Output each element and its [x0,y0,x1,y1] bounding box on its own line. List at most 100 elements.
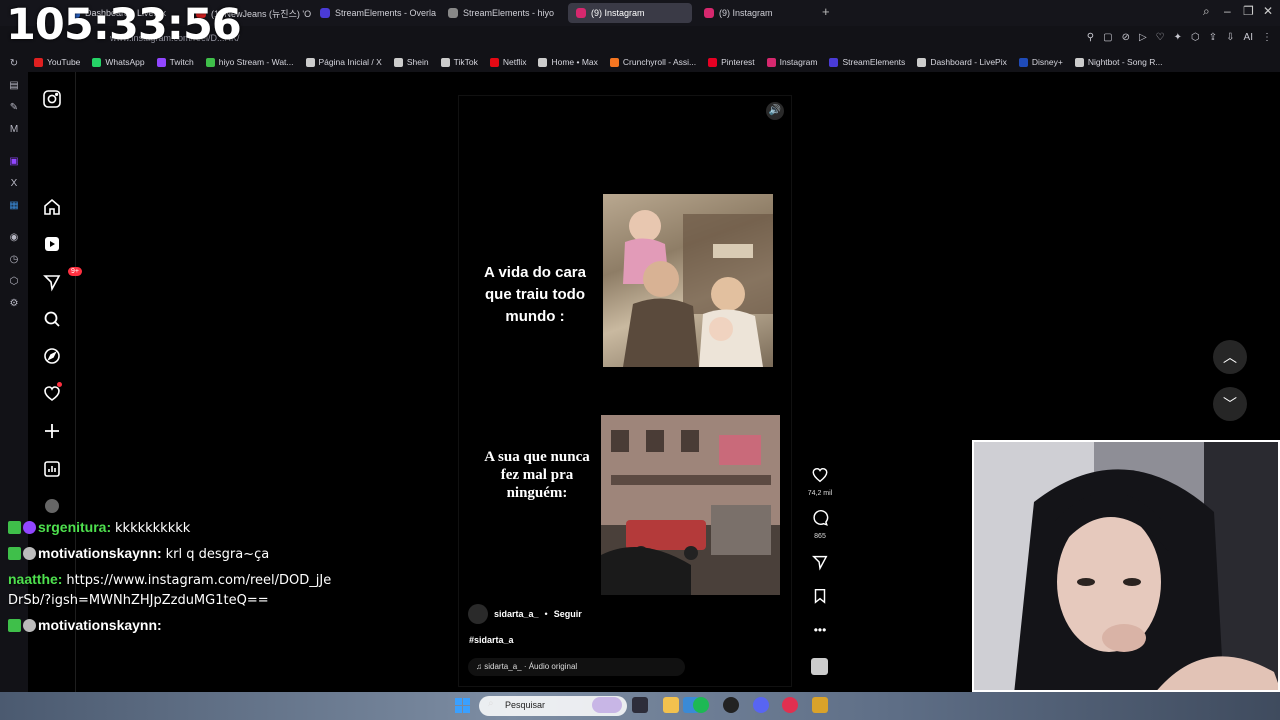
download-icon[interactable]: ⇩ [1226,32,1234,43]
bookmark-item[interactable]: Crunchyroll - Assi... [609,57,696,67]
bookmark-item[interactable]: StreamElements [829,57,905,67]
explore-icon[interactable] [42,346,62,366]
share-button[interactable] [806,553,834,576]
notification-dot [57,382,62,387]
verified-badge-icon [8,547,21,560]
tab-label: (9) Instagram [591,8,645,18]
bookmark-label: StreamElements [842,57,906,67]
messages-icon[interactable]: 9+ [42,267,82,292]
reel-hashtag[interactable]: #sidarta_a [469,635,514,645]
screenshot-icon[interactable]: ▢ [1103,32,1112,43]
play-icon[interactable]: ▷ [1139,32,1147,43]
tab-favicon-icon [704,8,714,18]
bookmark-favicon-icon [1074,57,1084,67]
bookmark-item[interactable]: Dashboard - LivePix [917,57,1007,67]
like-button[interactable]: 74,2 mil [806,466,834,497]
bookmark-favicon-icon [1018,57,1028,67]
comment-button[interactable]: 865 [806,509,834,540]
create-icon[interactable] [42,421,62,441]
widget-cloud-icon[interactable] [592,697,622,713]
author-name[interactable]: sidarta_a_ [494,609,539,619]
bookmark-item[interactable]: Twitch [156,57,194,67]
bookmark-favicon-icon [156,57,166,67]
bookmark-item[interactable]: Nightbot - Song R... [1074,57,1162,67]
close-icon[interactable]: ✕ [1263,4,1273,18]
wallet-icon[interactable]: ▤ [8,80,20,92]
settings-icon[interactable]: ⚙ [8,298,20,310]
chat-message: motivationskaynn: krl q desgra~ça [8,544,338,564]
browser-tab[interactable]: StreamElements - Overlay [312,3,436,23]
browser-tab[interactable]: StreamElements - hiyo [440,3,564,23]
bookmark-favicon-icon [829,57,839,67]
x-icon[interactable]: X [8,178,20,190]
previous-reel-button[interactable]: ︿ [1213,340,1247,374]
search-tabs-icon[interactable]: ⌕ [1203,4,1210,19]
file-explorer-icon[interactable] [663,697,679,713]
bookmark-label: Netflix [502,57,527,67]
share-icon[interactable]: ⇪ [1209,32,1217,43]
notifications-heart-icon[interactable] [42,382,62,404]
twitch-icon[interactable]: ▣ [8,156,20,168]
reel-video[interactable] [458,95,792,687]
history-icon[interactable]: ↻ [8,58,20,70]
home-icon[interactable] [42,197,62,217]
minimize-icon[interactable]: – [1224,4,1231,18]
browser-tab[interactable]: (9) Instagram [568,3,692,23]
obs-icon[interactable] [723,697,739,713]
browser-tab[interactable]: (9) Instagram [696,3,820,23]
follow-button[interactable]: Seguir [554,609,582,619]
puzzle-icon[interactable]: ⬡ [1191,32,1200,43]
streamer-webcam [972,440,1280,692]
extension-icon[interactable]: ✦ [1174,32,1182,43]
heart-icon[interactable]: ♡ [1156,32,1165,43]
bookmark-item[interactable]: Shein [393,57,429,67]
block-icon[interactable]: ⊘ [1122,32,1130,43]
menu-icon[interactable]: ⋮ [1262,32,1272,43]
bookmark-item[interactable]: hiyo Stream - Wat... [205,57,294,67]
notes-icon[interactable]: ✎ [8,102,20,114]
chat-message: srgenitura: kkkkkkkkkk [8,518,338,538]
ai-icon[interactable]: AI [1244,32,1253,43]
reels-icon[interactable] [42,234,62,254]
new-tab-button[interactable]: + [822,4,830,19]
bookmark-item[interactable]: Disney+ [1018,57,1063,67]
bookmark-item[interactable]: YouTube [34,57,80,67]
bookmark-favicon-icon [489,57,499,67]
next-reel-button[interactable]: ﹀ [1213,387,1247,421]
mail-icon[interactable]: M [8,124,20,136]
bookmark-item[interactable]: Home • Max [538,57,598,67]
bookmark-item[interactable]: Instagram [766,57,817,67]
audio-thumbnail[interactable] [811,658,828,675]
bookmark-item[interactable]: WhatsApp [92,57,145,67]
author-avatar[interactable] [468,604,488,624]
bookmark-item[interactable]: Netflix [489,57,527,67]
app-icon[interactable]: ▦ [8,200,20,212]
spotify-icon[interactable] [693,697,709,713]
volume-icon[interactable]: 🔊 [766,102,784,120]
app-l-icon[interactable] [812,697,828,713]
stream-chat-overlay: srgenitura: kkkkkkkkkk motivationskaynn: … [8,518,338,642]
player-icon[interactable]: ◉ [8,232,20,244]
more-options-icon[interactable]: ••• [806,623,834,637]
clock-icon[interactable]: ◷ [8,254,20,266]
extensions-icon[interactable]: ⬡ [8,276,20,288]
maximize-icon[interactable]: ❐ [1243,4,1254,18]
bookmark-item[interactable]: Pinterest [708,57,755,67]
save-button[interactable] [806,587,834,610]
discord-icon[interactable] [753,697,769,713]
dashboard-icon[interactable] [42,459,62,479]
audio-pill[interactable]: ♫ sidarta_a_ · Áudio original [468,658,685,676]
profile-avatar[interactable] [42,496,62,516]
bookmark-item[interactable]: Página Inicial / X [305,57,382,67]
audio-label: sidarta_a_ · Áudio original [484,662,578,671]
search-icon[interactable] [42,309,62,329]
windows-start-icon[interactable] [455,698,470,713]
taskview-icon[interactable] [632,697,648,713]
chat-message: motivationskaynn: [8,616,338,636]
tab-label: StreamElements - Overlay [335,8,436,18]
instagram-logo-icon[interactable] [42,89,62,109]
bookmark-label: Pinterest [721,57,755,67]
pin-icon[interactable]: ⚲ [1087,32,1094,43]
opera-gx-icon[interactable] [782,697,798,713]
bookmark-item[interactable]: TikTok [440,57,478,67]
